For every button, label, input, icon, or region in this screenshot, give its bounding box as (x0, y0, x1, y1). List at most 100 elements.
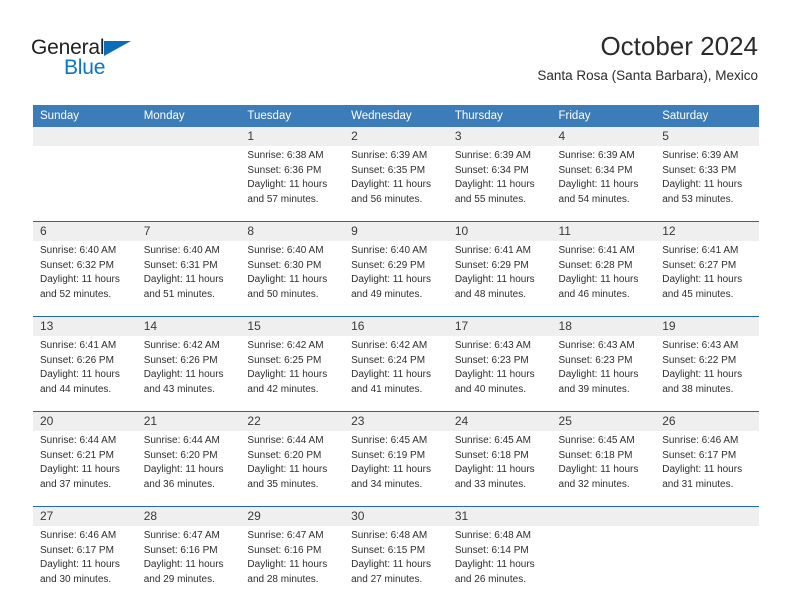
day-number-20[interactable]: 20 (33, 412, 137, 431)
sunset-text: Sunset: 6:15 PM (351, 544, 426, 556)
day-cell-24[interactable]: Sunrise: 6:45 AM Sunset: 6:18 PM Daylight:… (447, 431, 552, 506)
daylight-text-line1: Daylight: 11 hours (558, 179, 639, 190)
sunrise-text: Sunrise: 6:45 AM (558, 435, 635, 446)
day-cell-28[interactable]: Sunrise: 6:47 AM Sunset: 6:16 PM Daylight:… (136, 526, 241, 601)
sunset-text: Sunset: 6:34 PM (454, 164, 529, 176)
day-cell-8[interactable]: Sunrise: 6:40 AM Sunset: 6:30 PM Daylight:… (240, 241, 345, 316)
day-number-11[interactable]: 11 (551, 222, 656, 241)
day-cell-21[interactable]: Sunrise: 6:44 AM Sunset: 6:20 PM Daylight:… (136, 431, 241, 506)
day-number-13[interactable]: 13 (33, 317, 137, 336)
sunrise-text: Sunrise: 6:45 AM (454, 435, 531, 446)
day-cell-26[interactable]: Sunrise: 6:46 AM Sunset: 6:17 PM Daylight:… (655, 431, 759, 506)
day-cell-empty (655, 526, 759, 601)
day-cell-20[interactable]: Sunrise: 6:44 AM Sunset: 6:21 PM Daylight:… (33, 431, 137, 506)
day-cell-10[interactable]: Sunrise: 6:41 AM Sunset: 6:29 PM Daylight:… (447, 241, 552, 316)
day-cell-29[interactable]: Sunrise: 6:47 AM Sunset: 6:16 PM Daylight:… (240, 526, 345, 601)
day-number-15[interactable]: 15 (240, 317, 345, 336)
day-number-6[interactable]: 6 (33, 222, 137, 241)
day-number-17[interactable]: 17 (447, 317, 552, 336)
day-number-31[interactable]: 31 (447, 507, 552, 526)
day-cell-5[interactable]: Sunrise: 6:39 AM Sunset: 6:33 PM Daylight:… (655, 146, 759, 221)
day-number-empty (33, 127, 137, 146)
sunrise-text: Sunrise: 6:39 AM (558, 150, 635, 161)
day-cell-9[interactable]: Sunrise: 6:40 AM Sunset: 6:29 PM Daylight:… (344, 241, 448, 316)
day-number-30[interactable]: 30 (344, 507, 448, 526)
daylight-text-line1: Daylight: 11 hours (454, 274, 535, 285)
day-number-25[interactable]: 25 (551, 412, 656, 431)
daylight-text-line2: and 56 minutes. (351, 193, 423, 205)
day-number-5[interactable]: 5 (655, 127, 759, 146)
day-cell-empty (136, 146, 241, 221)
daylight-text-line2: and 48 minutes. (454, 288, 526, 300)
day-number-8[interactable]: 8 (240, 222, 345, 241)
daylight-text-line1: Daylight: 11 hours (454, 179, 535, 190)
day-number-2[interactable]: 2 (344, 127, 448, 146)
weekday-header-tuesday: Tuesday (240, 105, 345, 127)
day-cell-6[interactable]: Sunrise: 6:40 AM Sunset: 6:32 PM Daylight:… (33, 241, 137, 316)
day-number-18[interactable]: 18 (551, 317, 656, 336)
weekday-header-wednesday: Wednesday (344, 105, 448, 127)
daylight-text-line1: Daylight: 11 hours (247, 559, 328, 570)
day-cell-4[interactable]: Sunrise: 6:39 AM Sunset: 6:34 PM Daylight:… (551, 146, 656, 221)
week-day-number-row: 12345 (33, 127, 759, 146)
sunrise-text: Sunrise: 6:44 AM (143, 435, 220, 446)
day-cell-12[interactable]: Sunrise: 6:41 AM Sunset: 6:27 PM Daylight:… (655, 241, 759, 316)
daylight-text-line2: and 29 minutes. (143, 573, 215, 585)
day-cell-22[interactable]: Sunrise: 6:44 AM Sunset: 6:20 PM Daylight:… (240, 431, 345, 506)
day-cell-17[interactable]: Sunrise: 6:43 AM Sunset: 6:23 PM Daylight:… (447, 336, 552, 411)
day-number-22[interactable]: 22 (240, 412, 345, 431)
day-cell-15[interactable]: Sunrise: 6:42 AM Sunset: 6:25 PM Daylight:… (240, 336, 345, 411)
day-number-24[interactable]: 24 (447, 412, 552, 431)
daylight-text-line1: Daylight: 11 hours (247, 179, 328, 190)
day-cell-11[interactable]: Sunrise: 6:41 AM Sunset: 6:28 PM Daylight:… (551, 241, 656, 316)
page-title: October 2024 (600, 31, 758, 61)
day-cell-2[interactable]: Sunrise: 6:39 AM Sunset: 6:35 PM Daylight:… (344, 146, 448, 221)
day-number-12[interactable]: 12 (655, 222, 759, 241)
day-cell-19[interactable]: Sunrise: 6:43 AM Sunset: 6:22 PM Daylight:… (655, 336, 759, 411)
general-blue-logo[interactable]: General Blue (31, 36, 151, 82)
daylight-text-line2: and 28 minutes. (247, 573, 319, 585)
sunrise-text: Sunrise: 6:43 AM (558, 340, 635, 351)
daylight-text-line1: Daylight: 11 hours (351, 274, 431, 285)
week-day-info-row: Sunrise: 6:40 AM Sunset: 6:32 PM Daylight:… (33, 241, 759, 316)
day-number-26[interactable]: 26 (655, 412, 759, 431)
day-number-7[interactable]: 7 (136, 222, 241, 241)
day-cell-3[interactable]: Sunrise: 6:39 AM Sunset: 6:34 PM Daylight:… (447, 146, 552, 221)
day-cell-31[interactable]: Sunrise: 6:48 AM Sunset: 6:14 PM Daylight:… (447, 526, 552, 601)
day-number-19[interactable]: 19 (655, 317, 759, 336)
day-number-4[interactable]: 4 (551, 127, 656, 146)
day-number-1[interactable]: 1 (240, 127, 345, 146)
day-number-27[interactable]: 27 (33, 507, 137, 526)
day-cell-18[interactable]: Sunrise: 6:43 AM Sunset: 6:23 PM Daylight:… (551, 336, 656, 411)
daylight-text-line2: and 41 minutes. (351, 383, 423, 395)
day-number-23[interactable]: 23 (344, 412, 448, 431)
day-number-29[interactable]: 29 (240, 507, 345, 526)
day-number-9[interactable]: 9 (344, 222, 448, 241)
daylight-text-line1: Daylight: 11 hours (247, 464, 328, 475)
daylight-text-line1: Daylight: 11 hours (143, 464, 224, 475)
day-number-14[interactable]: 14 (136, 317, 241, 336)
daylight-text-line2: and 37 minutes. (40, 478, 112, 490)
day-number-10[interactable]: 10 (447, 222, 552, 241)
day-cell-30[interactable]: Sunrise: 6:48 AM Sunset: 6:15 PM Daylight:… (344, 526, 448, 601)
day-cell-16[interactable]: Sunrise: 6:42 AM Sunset: 6:24 PM Daylight:… (344, 336, 448, 411)
day-cell-14[interactable]: Sunrise: 6:42 AM Sunset: 6:26 PM Daylight:… (136, 336, 241, 411)
day-cell-7[interactable]: Sunrise: 6:40 AM Sunset: 6:31 PM Daylight:… (136, 241, 241, 316)
sunrise-text: Sunrise: 6:45 AM (351, 435, 428, 446)
day-number-28[interactable]: 28 (136, 507, 241, 526)
week-day-number-row: 20 21 22 23 24 25 26 (33, 412, 759, 431)
sunset-text: Sunset: 6:29 PM (351, 259, 426, 271)
day-cell-27[interactable]: Sunrise: 6:46 AM Sunset: 6:17 PM Daylight:… (33, 526, 137, 601)
day-cell-23[interactable]: Sunrise: 6:45 AM Sunset: 6:19 PM Daylight:… (344, 431, 448, 506)
day-number-3[interactable]: 3 (447, 127, 552, 146)
day-cell-13[interactable]: Sunrise: 6:41 AM Sunset: 6:26 PM Daylight:… (33, 336, 137, 411)
daylight-text-line1: Daylight: 11 hours (454, 559, 535, 570)
daylight-text-line2: and 46 minutes. (558, 288, 630, 300)
day-number-21[interactable]: 21 (136, 412, 241, 431)
day-cell-25[interactable]: Sunrise: 6:45 AM Sunset: 6:18 PM Daylight:… (551, 431, 656, 506)
page-subtitle: Santa Rosa (Santa Barbara), Mexico (537, 68, 758, 83)
sunset-text: Sunset: 6:36 PM (247, 164, 322, 176)
day-cell-1[interactable]: Sunrise: 6:38 AM Sunset: 6:36 PM Daylight:… (240, 146, 345, 221)
day-number-16[interactable]: 16 (344, 317, 448, 336)
sunset-text: Sunset: 6:26 PM (143, 354, 218, 366)
